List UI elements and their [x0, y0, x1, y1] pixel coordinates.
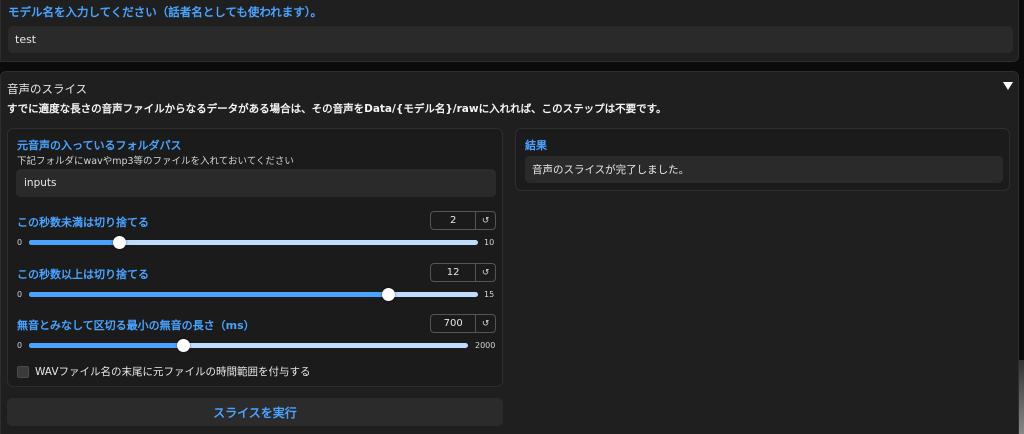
min-silence-number-input[interactable]: 700 — [431, 315, 477, 332]
slider-fill — [29, 343, 183, 348]
slice-panel: 音声のスライス すでに適度な長さの音声ファイルからなるデータがある場合は、その音… — [0, 71, 1019, 434]
slider-thumb[interactable] — [112, 236, 126, 249]
max-seconds-slider-track[interactable] — [29, 288, 478, 301]
max-seconds-slider-block: この秒数以上は切り捨てる 12 ↺ 0 15 — [8, 263, 504, 313]
triangle-down-icon[interactable] — [1002, 80, 1014, 92]
result-output: 音声のスライスが完了しました。 — [525, 156, 1003, 183]
model-name-label: モデル名を入力してください（話者名としても使われます）。 — [8, 5, 323, 19]
min-seconds-number-box: 2 ↺ — [430, 211, 496, 230]
time-range-checkbox-row[interactable]: WAVファイル名の末尾に元ファイルの時間範囲を付与する — [17, 364, 311, 379]
slider-fill — [29, 292, 389, 297]
slider-thumb[interactable] — [382, 288, 396, 301]
min-silence-slider-block: 無音とみなして区切る最小の無音の長さ（ms） 700 ↺ 0 2000 — [8, 314, 504, 364]
slider-max-label: 15 — [484, 290, 495, 299]
model-name-panel: モデル名を入力してください（話者名としても使われます）。 — [0, 0, 1019, 62]
time-range-checkbox-label: WAVファイル名の末尾に元ファイルの時間範囲を付与する — [35, 366, 311, 378]
min-silence-slider-track[interactable] — [29, 339, 468, 352]
min-silence-number-box: 700 ↺ — [430, 314, 496, 333]
slider-fill — [29, 240, 119, 245]
min-silence-label: 無音とみなして区切る最小の無音の長さ（ms） — [17, 319, 255, 332]
folder-path-label: 元音声の入っているフォルダパス — [17, 139, 182, 152]
max-seconds-label: この秒数以上は切り捨てる — [17, 268, 149, 281]
min-seconds-slider-track[interactable] — [29, 236, 478, 249]
max-seconds-number-input[interactable]: 12 — [431, 264, 477, 281]
run-slice-button[interactable]: スライスを実行 — [7, 398, 503, 426]
folder-path-info: 下記フォルダにwavやmp3等のファイルを入れておいてください — [17, 156, 294, 167]
max-seconds-number-box: 12 ↺ — [430, 263, 496, 282]
folder-path-input[interactable] — [16, 169, 496, 197]
slider-min-label: 0 — [17, 290, 23, 299]
slider-thumb[interactable] — [176, 339, 190, 352]
min-seconds-label: この秒数未満は切り捨てる — [17, 216, 149, 229]
reset-icon[interactable]: ↺ — [476, 212, 495, 229]
reset-icon[interactable]: ↺ — [476, 315, 495, 332]
slice-note: すでに適度な長さの音声ファイルからなるデータがある場合は、その音声をData/{… — [7, 103, 667, 115]
slider-max-label: 2000 — [475, 341, 496, 350]
slice-panel-title[interactable]: 音声のスライス — [7, 81, 87, 97]
window-edge-decoration — [1019, 360, 1024, 434]
slice-settings-column: 元音声の入っているフォルダパス 下記フォルダにwavやmp3等のファイルを入れて… — [7, 128, 503, 387]
result-column: 結果 音声のスライスが完了しました。 — [515, 128, 1010, 191]
slider-min-label: 0 — [17, 341, 23, 350]
reset-icon[interactable]: ↺ — [476, 264, 495, 281]
result-label: 結果 — [525, 139, 547, 152]
min-seconds-slider-block: この秒数未満は切り捨てる 2 ↺ 0 10 — [8, 211, 504, 261]
slider-max-label: 10 — [484, 238, 495, 247]
min-seconds-number-input[interactable]: 2 — [431, 212, 477, 229]
model-name-input[interactable] — [8, 26, 1013, 53]
time-range-checkbox[interactable] — [17, 365, 29, 378]
slider-min-label: 0 — [17, 238, 23, 247]
